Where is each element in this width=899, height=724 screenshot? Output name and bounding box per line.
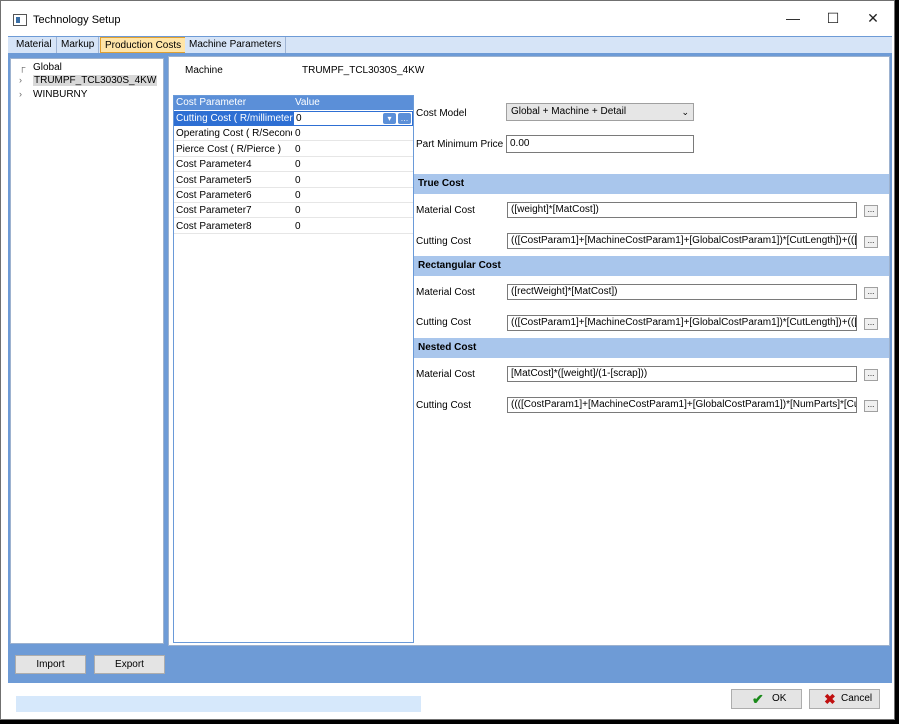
value-editor[interactable]: 0 ▾ … <box>293 111 413 126</box>
rect-material-cost-browse-button[interactable]: ... <box>864 287 878 299</box>
tab-machine-parameters[interactable]: Machine Parameters <box>185 37 287 53</box>
part-min-price-input[interactable]: 0.00 <box>506 135 694 153</box>
rect-material-cost-input[interactable]: ([rectWeight]*[MatCost]) <box>507 284 857 300</box>
chevron-down-icon: ⌄ <box>681 107 689 117</box>
rectangular-cost-header: Rectangular Cost <box>414 256 889 276</box>
nested-cutting-cost-label: Cutting Cost <box>416 400 472 411</box>
tab-strip: Material Markup Production Costs Machine… <box>8 37 892 53</box>
tree-item-trumpf[interactable]: › TRUMPF_TCL3030S_4KW <box>15 74 158 87</box>
cancel-button[interactable]: ✖ Cancel <box>809 689 880 709</box>
rect-cutting-cost-input[interactable]: (([CostParam1]+[MachineCostParam1]+[Glob… <box>507 315 857 331</box>
tree-item-winburny[interactable]: › WINBURNY <box>15 88 87 101</box>
chevron-down-icon[interactable]: ▾ <box>383 113 396 124</box>
grid-row[interactable]: Cutting Cost ( R/millimeter ) 0 ▾ … <box>174 111 413 126</box>
true-material-cost-label: Material Cost <box>416 205 475 216</box>
maximize-icon[interactable]: ☐ <box>813 5 853 31</box>
true-cutting-cost-label: Cutting Cost <box>416 236 472 247</box>
nested-cutting-cost-input[interactable]: ((([CostParam1]+[MachineCostParam1]+[Glo… <box>507 397 857 413</box>
col-header-value[interactable]: Value <box>295 97 320 108</box>
x-icon: ✖ <box>824 691 836 707</box>
true-cutting-cost-browse-button[interactable]: ... <box>864 236 878 248</box>
tree-item-global[interactable]: ┌ Global <box>15 61 62 74</box>
cost-model-select[interactable]: Global + Machine + Detail ⌄ <box>506 103 694 121</box>
grid-row[interactable]: Pierce Cost ( R/Pierce ) 0 <box>174 142 413 157</box>
status-bar <box>16 696 421 712</box>
cost-panel: Machine TRUMPF_TCL3030S_4KW Cost Paramet… <box>168 56 890 646</box>
close-icon[interactable]: ✕ <box>853 5 893 31</box>
machine-tree: ┌ Global › TRUMPF_TCL3030S_4KW › WINBURN… <box>10 58 164 644</box>
nested-cutting-cost-browse-button[interactable]: ... <box>864 400 878 412</box>
tab-production-costs[interactable]: Production Costs <box>100 37 187 53</box>
nested-cost-header: Nested Cost <box>414 338 889 358</box>
machine-label: Machine <box>185 65 223 76</box>
client-area: Material Markup Production Costs Machine… <box>8 36 892 719</box>
check-icon: ✔ <box>752 691 764 707</box>
tree-line-icon: ┌ <box>19 62 26 72</box>
rect-material-cost-label: Material Cost <box>416 287 475 298</box>
app-icon <box>13 14 27 26</box>
technology-setup-window: Technology Setup — ☐ ✕ Material Markup P… <box>0 0 895 720</box>
true-cutting-cost-input[interactable]: (([CostParam1]+[MachineCostParam1]+[Glob… <box>507 233 857 249</box>
grid-row[interactable]: Operating Cost ( R/Second ) 0 <box>174 126 413 141</box>
tab-material[interactable]: Material <box>12 37 57 53</box>
rect-cutting-cost-browse-button[interactable]: ... <box>864 318 878 330</box>
window-title: Technology Setup <box>33 14 121 26</box>
ok-button[interactable]: ✔ OK <box>731 689 802 709</box>
machine-value: TRUMPF_TCL3030S_4KW <box>302 65 425 76</box>
tab-body: ┌ Global › TRUMPF_TCL3030S_4KW › WINBURN… <box>8 53 892 648</box>
ellipsis-icon[interactable]: … <box>398 113 411 124</box>
nested-material-cost-input[interactable]: [MatCost]*([weight]/(1-[scrap])) <box>507 366 857 382</box>
part-min-price-label: Part Minimum Price <box>416 139 504 150</box>
grid-row[interactable]: Cost Parameter7 0 <box>174 203 413 218</box>
tab-markup[interactable]: Markup <box>57 37 100 53</box>
minimize-icon[interactable]: — <box>773 5 813 31</box>
chevron-right-icon[interactable]: › <box>19 74 22 87</box>
chevron-right-icon[interactable]: › <box>19 88 22 101</box>
grid-row[interactable]: Cost Parameter6 0 <box>174 188 413 203</box>
nested-material-cost-label: Material Cost <box>416 369 475 380</box>
true-material-cost-input[interactable]: ([weight]*[MatCost]) <box>507 202 857 218</box>
nested-material-cost-browse-button[interactable]: ... <box>864 369 878 381</box>
grid-header: Cost Parameter Value <box>174 96 413 110</box>
rect-cutting-cost-label: Cutting Cost <box>416 317 472 328</box>
export-button[interactable]: Export <box>94 655 165 674</box>
cost-model-label: Cost Model <box>416 108 467 119</box>
grid-row[interactable]: Cost Parameter4 0 <box>174 157 413 172</box>
import-button[interactable]: Import <box>15 655 86 674</box>
bottom-bar: ✔ OK ✖ Cancel <box>8 683 892 719</box>
col-header-cost-parameter[interactable]: Cost Parameter <box>176 97 246 108</box>
title-bar: Technology Setup — ☐ ✕ <box>1 1 894 35</box>
true-material-cost-browse-button[interactable]: ... <box>864 205 878 217</box>
grid-row[interactable]: Cost Parameter8 0 <box>174 219 413 234</box>
true-cost-header: True Cost <box>414 174 889 194</box>
cost-parameter-grid: Cost Parameter Value Cutting Cost ( R/mi… <box>173 95 414 643</box>
grid-row[interactable]: Cost Parameter5 0 <box>174 173 413 188</box>
